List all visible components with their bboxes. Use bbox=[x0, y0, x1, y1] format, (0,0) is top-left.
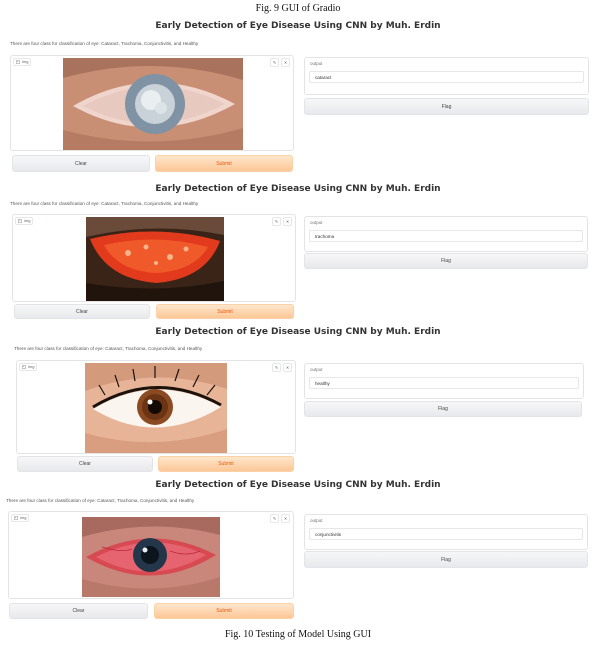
figure-caption-top: Fig. 9 GUI of Gradio bbox=[255, 3, 341, 14]
page-title: Early Detection of Eye Disease Using CNN… bbox=[155, 21, 441, 31]
image-input-label: img bbox=[19, 363, 38, 371]
output-textbox[interactable]: conjunctivitis bbox=[309, 528, 583, 540]
output-box: output trachoma bbox=[304, 216, 588, 252]
output-label: output bbox=[310, 220, 323, 225]
flag-button[interactable]: Flag bbox=[304, 253, 588, 269]
close-icon[interactable]: ✕ bbox=[281, 514, 290, 523]
image-icon bbox=[18, 219, 22, 223]
edit-icon[interactable]: ✎ bbox=[270, 58, 279, 67]
output-box: output conjunctivitis bbox=[304, 514, 588, 550]
description: There are four class for classification … bbox=[14, 346, 203, 351]
description: There are four class for classification … bbox=[6, 498, 195, 503]
clear-button[interactable]: Clear bbox=[14, 304, 150, 319]
flag-button[interactable]: Flag bbox=[304, 551, 588, 568]
close-icon[interactable]: ✕ bbox=[283, 363, 292, 372]
clear-button[interactable]: Clear bbox=[17, 456, 153, 472]
image-input-label: img bbox=[15, 217, 34, 225]
image-input[interactable]: img ✎ ✕ bbox=[10, 55, 294, 151]
conjunctivitis-eye-photo bbox=[82, 517, 220, 597]
flag-button[interactable]: Flag bbox=[304, 98, 589, 115]
edit-icon[interactable]: ✎ bbox=[272, 363, 281, 372]
submit-button[interactable]: Submit bbox=[158, 456, 294, 472]
output-textbox[interactable]: cataract bbox=[309, 71, 584, 83]
image-icon bbox=[16, 60, 20, 64]
output-box: output cataract bbox=[304, 57, 589, 95]
page-title: Early Detection of Eye Disease Using CNN… bbox=[155, 184, 441, 194]
image-icon bbox=[22, 365, 26, 369]
close-icon[interactable]: ✕ bbox=[283, 217, 292, 226]
output-label: output bbox=[310, 518, 323, 523]
image-input[interactable]: img ✎ ✕ bbox=[16, 360, 296, 454]
image-input[interactable]: img ✎ ✕ bbox=[12, 214, 296, 302]
close-icon[interactable]: ✕ bbox=[281, 58, 290, 67]
output-textbox[interactable]: trachoma bbox=[309, 230, 583, 242]
edit-icon[interactable]: ✎ bbox=[270, 514, 279, 523]
edit-icon[interactable]: ✎ bbox=[272, 217, 281, 226]
output-textbox[interactable]: healthy bbox=[309, 377, 579, 389]
clear-button[interactable]: Clear bbox=[9, 603, 148, 619]
image-input-label: img bbox=[11, 514, 30, 522]
page-title: Early Detection of Eye Disease Using CNN… bbox=[155, 480, 441, 490]
description: There are four class for classification … bbox=[10, 201, 199, 206]
image-icon bbox=[14, 516, 18, 520]
output-box: output healthy bbox=[304, 363, 584, 399]
submit-button[interactable]: Submit bbox=[154, 603, 294, 619]
cataract-eye-photo bbox=[63, 58, 243, 150]
figure-caption-bottom: Fig. 10 Testing of Model Using GUI bbox=[224, 629, 372, 640]
flag-button[interactable]: Flag bbox=[304, 401, 582, 417]
page-title: Early Detection of Eye Disease Using CNN… bbox=[155, 327, 441, 337]
description: There are four class for classification … bbox=[10, 41, 199, 46]
image-input[interactable]: img ✎ ✕ bbox=[8, 511, 294, 599]
submit-button[interactable]: Submit bbox=[156, 304, 294, 319]
submit-button[interactable]: Submit bbox=[155, 155, 293, 172]
healthy-eye-photo bbox=[85, 363, 227, 453]
output-label: output bbox=[310, 367, 323, 372]
image-input-label: img bbox=[13, 58, 32, 66]
output-label: output bbox=[310, 61, 323, 66]
trachoma-eyelid-photo bbox=[86, 217, 224, 301]
clear-button[interactable]: Clear bbox=[12, 155, 150, 172]
